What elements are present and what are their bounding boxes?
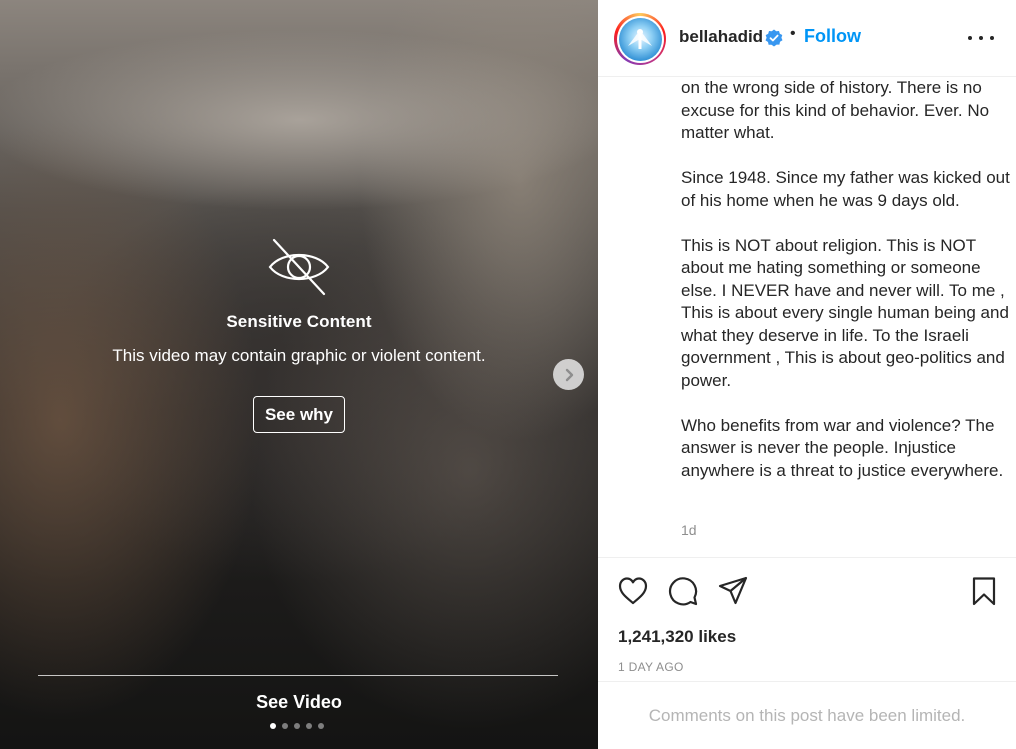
heart-icon[interactable] bbox=[617, 575, 649, 607]
carousel-dot bbox=[306, 723, 312, 729]
carousel-dot bbox=[282, 723, 288, 729]
avatar-image bbox=[618, 17, 662, 61]
eye-slash-icon bbox=[268, 238, 330, 296]
sensitive-content-description: This video may contain graphic or violen… bbox=[112, 346, 486, 365]
verified-badge-icon bbox=[765, 29, 783, 47]
post-side-panel: bellahadid • Follow on the wrong side of… bbox=[598, 0, 1016, 749]
comment-icon[interactable] bbox=[667, 575, 699, 607]
more-dot bbox=[990, 36, 994, 40]
caption-paragraph: Who benefits from war and violence? The … bbox=[681, 415, 1004, 480]
post-media: Sensitive Content This video may contain… bbox=[0, 0, 598, 749]
carousel-dot bbox=[294, 723, 300, 729]
carousel-indicator bbox=[270, 723, 324, 729]
more-dot bbox=[979, 36, 983, 40]
more-options-icon[interactable] bbox=[968, 29, 994, 47]
sensitive-content-title: Sensitive Content bbox=[226, 312, 372, 331]
bookmark-icon[interactable] bbox=[968, 575, 1000, 607]
next-media-button[interactable] bbox=[553, 359, 584, 390]
caption-timestamp[interactable]: 1d bbox=[681, 522, 697, 538]
more-dot bbox=[968, 36, 972, 40]
post-date[interactable]: 1 DAY AGO bbox=[618, 660, 684, 674]
caption-paragraph: This is NOT about religion. This is NOT … bbox=[681, 235, 1009, 390]
avatar-border bbox=[616, 15, 664, 63]
likes-count[interactable]: 1,241,320 likes bbox=[618, 627, 736, 647]
see-why-button[interactable]: See why bbox=[252, 396, 346, 433]
carousel-dot bbox=[318, 723, 324, 729]
actions-divider bbox=[598, 557, 1016, 558]
caption-paragraph: on the wrong side of history. There is n… bbox=[681, 78, 990, 142]
carousel-dot bbox=[270, 723, 276, 729]
chevron-right-icon bbox=[565, 368, 573, 381]
see-video-button[interactable]: See Video bbox=[0, 692, 598, 713]
comments-limited-notice: Comments on this post have been limited. bbox=[648, 706, 966, 725]
media-divider bbox=[38, 675, 558, 676]
share-icon[interactable] bbox=[717, 575, 749, 607]
angel-figure-icon bbox=[628, 29, 652, 49]
avatar[interactable] bbox=[614, 13, 666, 65]
comments-divider bbox=[598, 681, 1016, 682]
post-caption: on the wrong side of history. There is n… bbox=[681, 77, 1011, 505]
sensitive-content-overlay: Sensitive Content This video may contain… bbox=[0, 236, 598, 433]
post-header: bellahadid • Follow bbox=[598, 0, 1016, 77]
follow-button[interactable]: Follow bbox=[804, 26, 861, 47]
caption-paragraph: Since 1948. Since my father was kicked o… bbox=[681, 168, 1010, 210]
username-link[interactable]: bellahadid bbox=[679, 27, 763, 47]
header-separator: • bbox=[790, 25, 796, 42]
